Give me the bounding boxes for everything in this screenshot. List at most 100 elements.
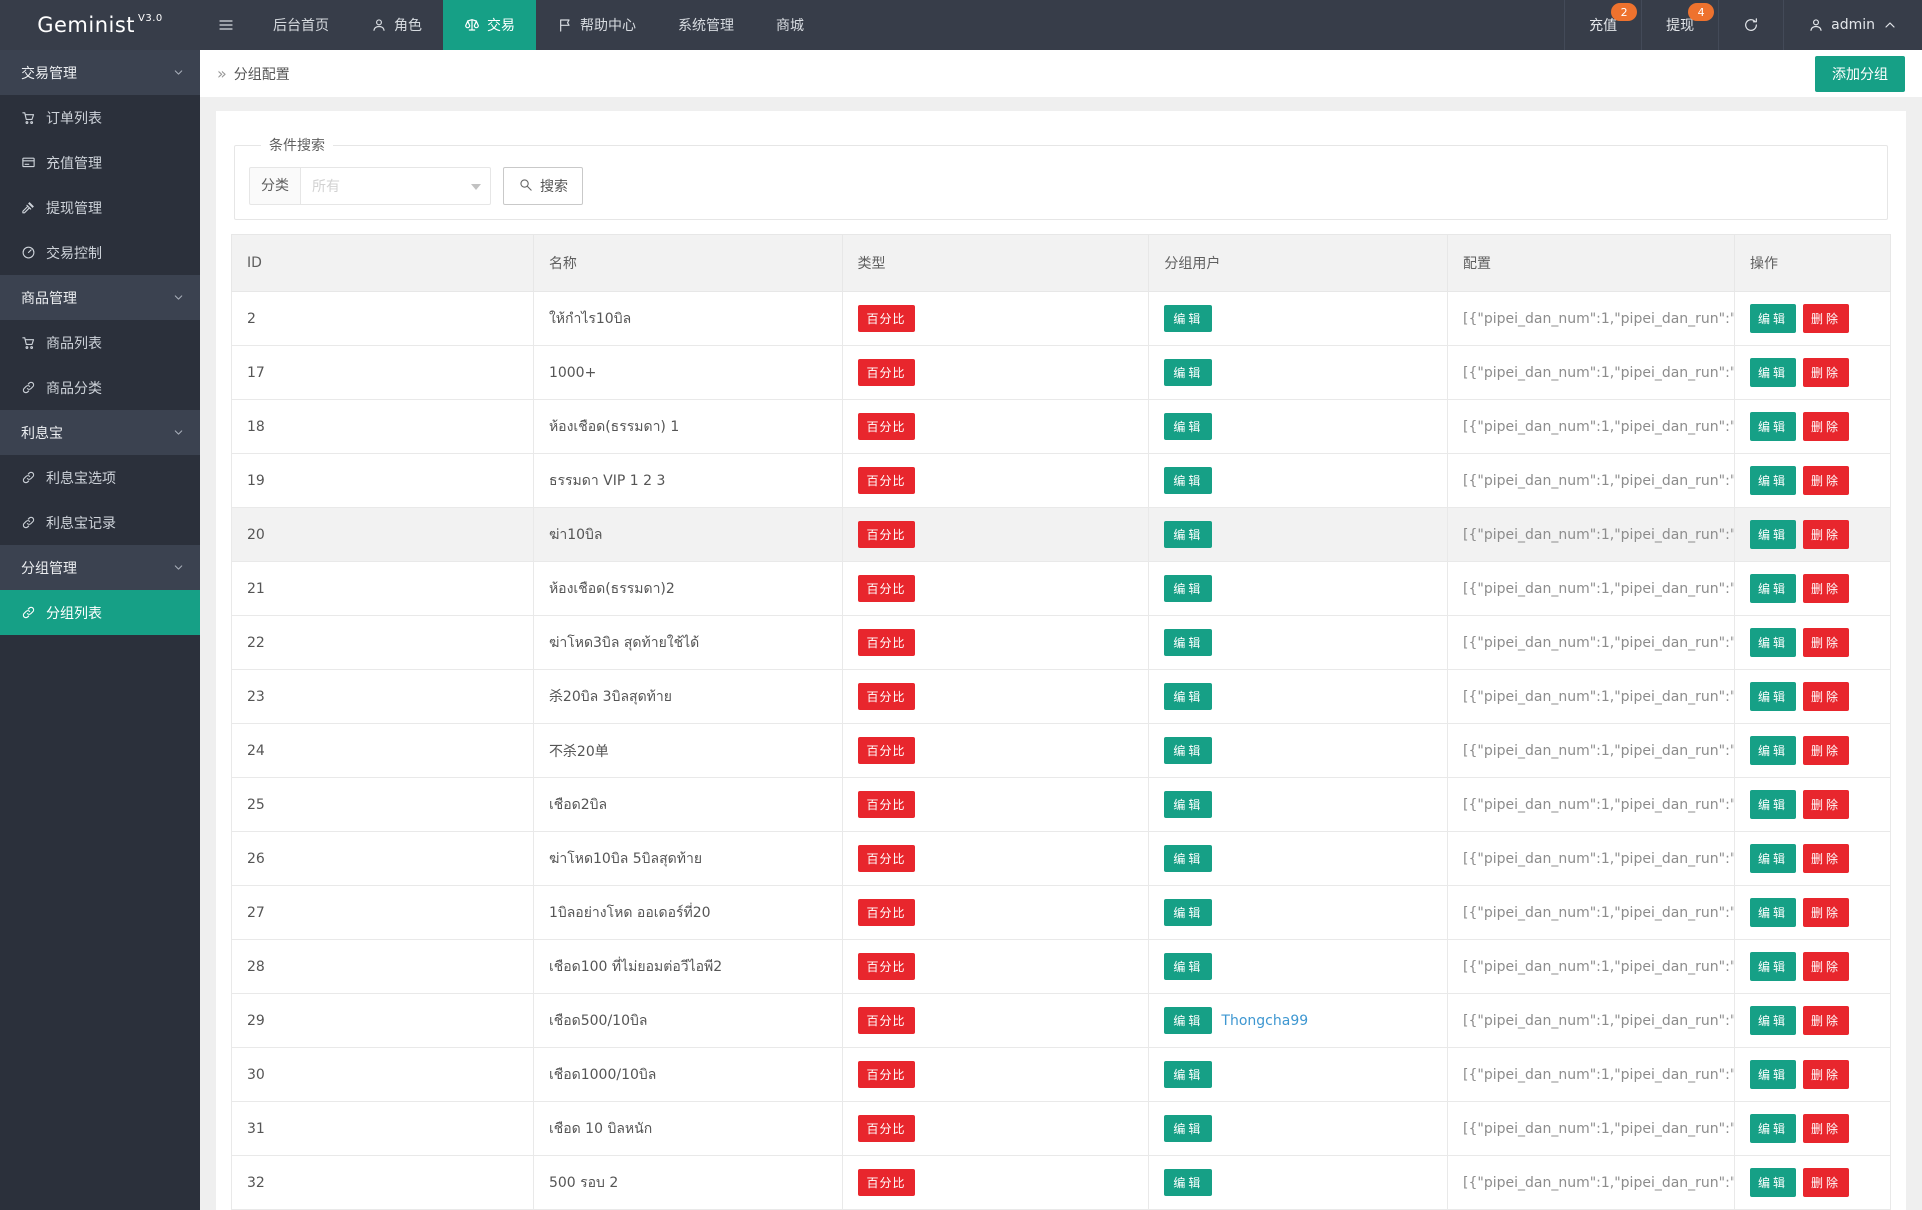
edit-row-button[interactable]: 编辑	[1750, 736, 1796, 765]
search-button[interactable]: 搜索	[503, 167, 583, 205]
delete-row-button[interactable]: 删除	[1803, 466, 1849, 495]
sidebar-section-header[interactable]: 分组管理	[0, 545, 200, 590]
nav-right-recharge[interactable]: 充值2	[1564, 0, 1641, 50]
nav-item-roles[interactable]: 角色	[350, 0, 443, 50]
edit-row-button[interactable]: 编辑	[1750, 466, 1796, 495]
edit-row-button[interactable]: 编辑	[1750, 1168, 1796, 1197]
sidebar-item-order-list[interactable]: 订单列表	[0, 95, 200, 140]
cell-id: 30	[232, 1048, 534, 1102]
gauge-icon	[21, 245, 36, 260]
column-header: 操作	[1735, 235, 1891, 292]
cell-type: 百分比	[842, 346, 1149, 400]
delete-row-button[interactable]: 删除	[1803, 952, 1849, 981]
delete-row-button[interactable]: 删除	[1803, 520, 1849, 549]
delete-row-button[interactable]: 删除	[1803, 1060, 1849, 1089]
table-row: 29เชือด500/10บิล百分比编辑Thongcha99[{"pipei_…	[232, 994, 1891, 1048]
edit-users-badge-button[interactable]: 编辑	[1164, 737, 1212, 764]
delete-row-button[interactable]: 删除	[1803, 682, 1849, 711]
edit-row-button[interactable]: 编辑	[1750, 1006, 1796, 1035]
delete-row-button[interactable]: 删除	[1803, 412, 1849, 441]
column-header: ID	[232, 235, 534, 292]
sidebar-item-recharge-mgmt[interactable]: 充值管理	[0, 140, 200, 185]
sidebar-item-trade-control[interactable]: 交易控制	[0, 230, 200, 275]
delete-row-button[interactable]: 删除	[1803, 790, 1849, 819]
edit-users-badge-button[interactable]: 编辑	[1164, 791, 1212, 818]
edit-row-button[interactable]: 编辑	[1750, 412, 1796, 441]
edit-row-button[interactable]: 编辑	[1750, 898, 1796, 927]
edit-users-badge-button[interactable]: 编辑	[1164, 521, 1212, 548]
sidebar: 交易管理订单列表充值管理提现管理交易控制商品管理商品列表商品分类利息宝利息宝选项…	[0, 50, 200, 1210]
category-select-value: 所有	[312, 176, 340, 196]
nav-item-help-center[interactable]: 帮助中心	[536, 0, 657, 50]
sidebar-item-group-list[interactable]: 分组列表	[0, 590, 200, 635]
edit-row-button[interactable]: 编辑	[1750, 1060, 1796, 1089]
sidebar-item-goods-category[interactable]: 商品分类	[0, 365, 200, 410]
edit-users-badge-button[interactable]: 编辑	[1164, 845, 1212, 872]
delete-row-button[interactable]: 删除	[1803, 844, 1849, 873]
delete-row-button[interactable]: 删除	[1803, 1168, 1849, 1197]
cell-type: 百分比	[842, 1102, 1149, 1156]
add-group-button[interactable]: 添加分组	[1815, 56, 1905, 92]
card-icon	[21, 155, 36, 170]
nav-item-label: 交易	[487, 15, 515, 35]
delete-row-button[interactable]: 删除	[1803, 1114, 1849, 1143]
sidebar-section-header[interactable]: 交易管理	[0, 50, 200, 95]
edit-users-badge-button[interactable]: 编辑	[1164, 467, 1212, 494]
nav-item-mall[interactable]: 商城	[755, 0, 825, 50]
sidebar-item-goods-list[interactable]: 商品列表	[0, 320, 200, 365]
edit-users-badge-button[interactable]: 编辑	[1164, 305, 1212, 332]
group-user-link[interactable]: Thongcha99	[1221, 1013, 1308, 1029]
edit-users-badge-button[interactable]: 编辑	[1164, 683, 1212, 710]
edit-row-button[interactable]: 编辑	[1750, 844, 1796, 873]
cell-type: 百分比	[842, 940, 1149, 994]
delete-row-button[interactable]: 删除	[1803, 898, 1849, 927]
edit-row-button[interactable]: 编辑	[1750, 952, 1796, 981]
nav-right-account[interactable]: admin	[1783, 0, 1922, 50]
gavel-icon	[21, 200, 36, 215]
edit-users-badge-button[interactable]: 编辑	[1164, 1061, 1212, 1088]
sidebar-item-interest-options[interactable]: 利息宝选项	[0, 455, 200, 500]
edit-row-button[interactable]: 编辑	[1750, 304, 1796, 333]
category-select[interactable]: 所有	[301, 167, 491, 205]
table-row: 271บิลอย่างโหด ออเดอร์ที่20百分比编辑[{"pipei…	[232, 886, 1891, 940]
edit-row-button[interactable]: 编辑	[1750, 358, 1796, 387]
nav-item-home[interactable]: 后台首页	[252, 0, 350, 50]
delete-row-button[interactable]: 删除	[1803, 736, 1849, 765]
delete-row-button[interactable]: 删除	[1803, 1006, 1849, 1035]
nav-item-trade[interactable]: 交易	[443, 0, 536, 50]
search-fieldset: 条件搜索 分类 所有 搜索	[234, 135, 1888, 220]
nav-item-menu-toggle[interactable]	[200, 0, 252, 50]
edit-row-button[interactable]: 编辑	[1750, 628, 1796, 657]
nav-right-refresh[interactable]	[1718, 0, 1783, 50]
edit-row-button[interactable]: 编辑	[1750, 574, 1796, 603]
edit-users-badge-button[interactable]: 编辑	[1164, 1115, 1212, 1142]
delete-row-button[interactable]: 删除	[1803, 358, 1849, 387]
edit-users-badge-button[interactable]: 编辑	[1164, 953, 1212, 980]
column-header: 配置	[1448, 235, 1735, 292]
type-badge: 百分比	[858, 1061, 915, 1088]
edit-row-button[interactable]: 编辑	[1750, 1114, 1796, 1143]
sidebar-section-header[interactable]: 利息宝	[0, 410, 200, 455]
sidebar-section-header[interactable]: 商品管理	[0, 275, 200, 320]
delete-row-button[interactable]: 删除	[1803, 628, 1849, 657]
edit-users-badge-button[interactable]: 编辑	[1164, 629, 1212, 656]
edit-users-badge-button[interactable]: 编辑	[1164, 575, 1212, 602]
cell-type: 百分比	[842, 670, 1149, 724]
edit-row-button[interactable]: 编辑	[1750, 682, 1796, 711]
type-badge: 百分比	[858, 791, 915, 818]
sidebar-item-withdraw-mgmt[interactable]: 提现管理	[0, 185, 200, 230]
edit-row-button[interactable]: 编辑	[1750, 520, 1796, 549]
nav-item-system[interactable]: 系统管理	[657, 0, 755, 50]
edit-users-badge-button[interactable]: 编辑	[1164, 1007, 1212, 1034]
delete-row-button[interactable]: 删除	[1803, 304, 1849, 333]
edit-users-badge-button[interactable]: 编辑	[1164, 359, 1212, 386]
delete-row-button[interactable]: 删除	[1803, 574, 1849, 603]
cart-icon	[21, 335, 36, 350]
edit-users-badge-button[interactable]: 编辑	[1164, 413, 1212, 440]
edit-users-badge-button[interactable]: 编辑	[1164, 899, 1212, 926]
edit-row-button[interactable]: 编辑	[1750, 790, 1796, 819]
nav-right-withdraw[interactable]: 提现4	[1641, 0, 1718, 50]
sidebar-item-interest-records[interactable]: 利息宝记录	[0, 500, 200, 545]
edit-users-badge-button[interactable]: 编辑	[1164, 1169, 1212, 1196]
nav-item-label: 角色	[394, 15, 422, 35]
